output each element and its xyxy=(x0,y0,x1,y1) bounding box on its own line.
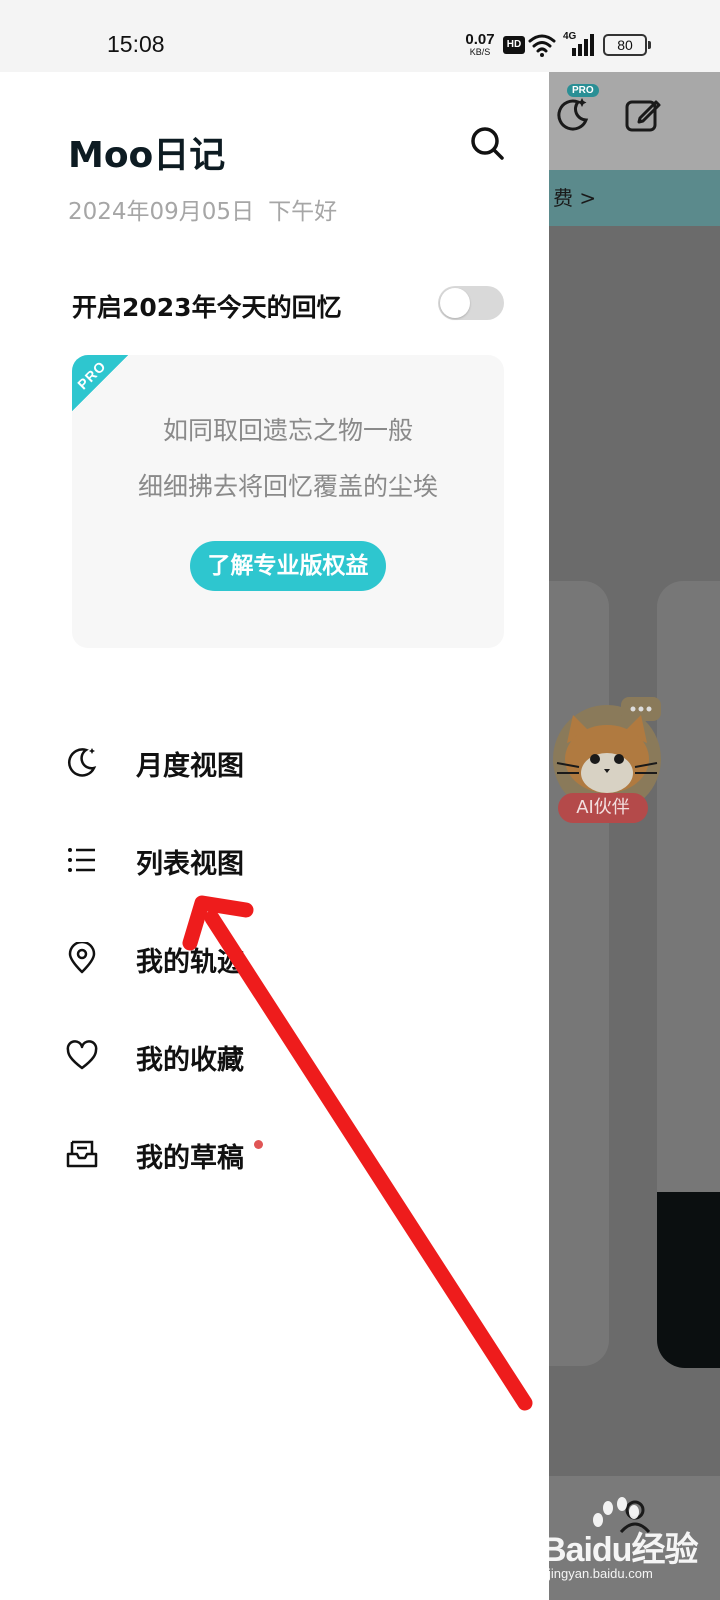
network-speed: 0.07 KB/S xyxy=(462,32,498,57)
network-speed-unit: KB/S xyxy=(469,47,491,57)
ai-companion-label[interactable]: AI伙伴 xyxy=(558,793,648,823)
inbox-icon xyxy=(66,1140,98,1168)
moon-icon xyxy=(68,748,97,777)
night-mode-icon[interactable] xyxy=(552,94,592,134)
background-dark-panel xyxy=(657,1192,720,1368)
menu-item-label: 我的收藏 xyxy=(136,1045,244,1076)
toggle-knob xyxy=(440,288,470,318)
watermark-brand: Baidu经验 xyxy=(542,1531,698,1569)
background-header: PRO xyxy=(549,72,720,170)
watermark-url: jingyan.baidu.com xyxy=(548,1566,653,1581)
learn-pro-button[interactable]: 了解专业版权益 xyxy=(190,541,386,591)
menu-item-label: 月度视图 xyxy=(136,751,244,782)
memory-toggle-switch[interactable] xyxy=(438,286,504,320)
memory-toggle-row: 开启2023年今天的回忆 xyxy=(72,284,504,324)
memory-toggle-label: 开启2023年今天的回忆 xyxy=(72,293,342,322)
signal-icon xyxy=(572,34,594,56)
battery-indicator: 80 xyxy=(603,34,651,56)
menu-item-favorites[interactable]: 我的收藏 xyxy=(0,1018,549,1098)
menu-item-label: 我的轨迹 xyxy=(136,947,244,978)
network-speed-value: 0.07 xyxy=(465,31,495,48)
hd-badge: HD xyxy=(503,36,525,54)
menu-item-my-trail[interactable]: 我的轨迹 xyxy=(0,920,549,1000)
date-greeting: 2024年09月05日 下午好 xyxy=(68,192,337,226)
baidu-watermark: Baidu经验 jingyan.baidu.com xyxy=(540,1490,720,1600)
menu-item-label: 我的草稿 xyxy=(136,1143,244,1174)
search-icon[interactable] xyxy=(468,124,506,162)
pro-promo-line2: 细细拂去将回忆覆盖的尘埃 xyxy=(137,472,438,501)
list-icon xyxy=(68,848,95,872)
background-banner[interactable]: 费 > xyxy=(549,170,720,226)
background-main: AI伙伴 xyxy=(549,226,720,1600)
edit-icon[interactable] xyxy=(624,96,662,134)
status-bar: 15:08 0.07 KB/S HD 4G 80 xyxy=(0,0,720,72)
background-app: PRO 费 > AI伙伴 xyxy=(549,72,720,1600)
menu-item-label: 列表视图 xyxy=(136,849,244,880)
location-pin-icon xyxy=(68,942,96,974)
wifi-icon xyxy=(528,34,556,57)
background-pro-badge: PRO xyxy=(567,84,599,97)
app-title: Moo日记 xyxy=(68,135,226,176)
side-drawer: Moo日记 2024年09月05日 下午好 开启2023年今天的回忆 PRO 如同… xyxy=(0,72,549,1600)
current-date: 2024年09月05日 xyxy=(68,199,255,225)
draft-notification-dot xyxy=(254,1140,263,1149)
greeting-text: 下午好 xyxy=(268,199,338,225)
heart-icon xyxy=(66,1040,98,1070)
pro-promo-card: PRO 如同取回遗忘之物一般 细细拂去将回忆覆盖的尘埃 了解专业版权益 xyxy=(72,355,504,648)
menu-item-drafts[interactable]: 我的草稿 xyxy=(0,1116,549,1196)
menu-item-list-view[interactable]: 列表视图 xyxy=(0,822,549,902)
status-time: 15:08 xyxy=(107,31,165,57)
pro-promo-line1: 如同取回遗忘之物一般 xyxy=(162,416,413,445)
menu-item-monthly-view[interactable]: 月度视图 xyxy=(0,724,549,804)
